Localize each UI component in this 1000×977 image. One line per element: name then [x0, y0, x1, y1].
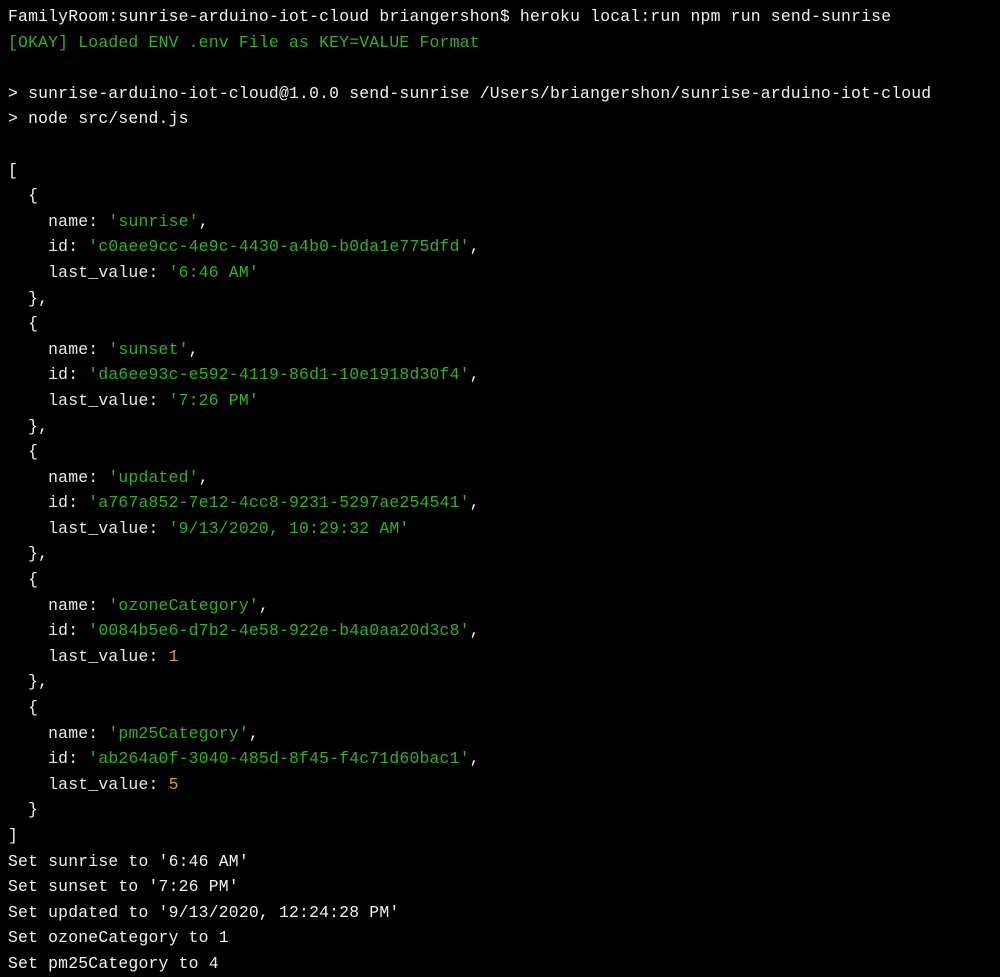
set-line: Set pm25Category to 4 — [8, 954, 219, 973]
comma-punct: , — [249, 724, 259, 743]
val-id: 'c0aee9cc-4e9c-4430-a4b0-b0da1e775dfd' — [88, 237, 469, 256]
prompt-colon: : — [108, 7, 118, 26]
key-last: last_value: — [8, 519, 169, 538]
prompt-cwd: sunrise-arduino-iot-cloud — [118, 7, 369, 26]
comma-punct: , — [470, 365, 480, 384]
comma-punct: , — [470, 621, 480, 640]
brace-open: { — [8, 314, 38, 333]
val-last: '9/13/2020, 10:29:32 AM' — [169, 519, 410, 538]
key-id: id: — [8, 365, 88, 384]
array-close: ] — [8, 826, 18, 845]
key-last: last_value: — [8, 775, 169, 794]
prompt-sep: $ — [500, 7, 510, 26]
npm-info-line-1: > sunrise-arduino-iot-cloud@1.0.0 send-s… — [8, 84, 931, 103]
env-ok-line: [OKAY] Loaded ENV .env File as KEY=VALUE… — [8, 33, 480, 52]
brace-close: }, — [8, 289, 48, 308]
key-id: id: — [8, 749, 88, 768]
val-name: 'sunrise' — [108, 212, 198, 231]
brace-open: { — [8, 442, 38, 461]
key-name: name: — [8, 212, 108, 231]
val-name: 'pm25Category' — [108, 724, 249, 743]
val-last: 1 — [169, 647, 179, 666]
brace-close: }, — [8, 544, 48, 563]
set-line: Set sunrise to '6:46 AM' — [8, 852, 249, 871]
key-name: name: — [8, 340, 108, 359]
val-id: 'da6ee93c-e592-4119-86d1-10e1918d30f4' — [88, 365, 469, 384]
key-name: name: — [8, 596, 108, 615]
val-name: 'ozoneCategory' — [108, 596, 259, 615]
val-last: 5 — [169, 775, 179, 794]
key-last: last_value: — [8, 263, 169, 282]
brace-open: { — [8, 570, 38, 589]
key-id: id: — [8, 237, 88, 256]
comma-punct: , — [199, 468, 209, 487]
key-last: last_value: — [8, 647, 169, 666]
brace-close: }, — [8, 417, 48, 436]
comma-punct: , — [199, 212, 209, 231]
key-id: id: — [8, 621, 88, 640]
brace-open: { — [8, 186, 38, 205]
brace-open: { — [8, 698, 38, 717]
val-last: '6:46 AM' — [169, 263, 259, 282]
set-line: Set updated to '9/13/2020, 12:24:28 PM' — [8, 903, 399, 922]
npm-info-line-2: > node src/send.js — [8, 109, 189, 128]
array-open: [ — [8, 161, 18, 180]
val-last: '7:26 PM' — [169, 391, 259, 410]
set-line: Set sunset to '7:26 PM' — [8, 877, 239, 896]
comma-punct: , — [259, 596, 269, 615]
comma-punct: , — [470, 749, 480, 768]
key-name: name: — [8, 724, 108, 743]
key-last: last_value: — [8, 391, 169, 410]
val-id: 'ab264a0f-3040-485d-8f45-f4c71d60bac1' — [88, 749, 469, 768]
brace-close: } — [8, 800, 38, 819]
prompt-user: briangershon — [379, 7, 499, 26]
val-name: 'sunset' — [108, 340, 188, 359]
comma-punct: , — [470, 237, 480, 256]
val-id: '0084b5e6-d7b2-4e58-922e-b4a0aa20d3c8' — [88, 621, 469, 640]
key-id: id: — [8, 493, 88, 512]
terminal-output[interactable]: FamilyRoom:sunrise-arduino-iot-cloud bri… — [8, 4, 992, 977]
command-text: heroku local:run npm run send-sunrise — [520, 7, 891, 26]
comma-punct: , — [470, 493, 480, 512]
key-name: name: — [8, 468, 108, 487]
comma-punct: , — [189, 340, 199, 359]
brace-close: }, — [8, 672, 48, 691]
val-id: 'a767a852-7e12-4cc8-9231-5297ae254541' — [88, 493, 469, 512]
prompt-host: FamilyRoom — [8, 7, 108, 26]
set-line: Set ozoneCategory to 1 — [8, 928, 229, 947]
val-name: 'updated' — [108, 468, 198, 487]
